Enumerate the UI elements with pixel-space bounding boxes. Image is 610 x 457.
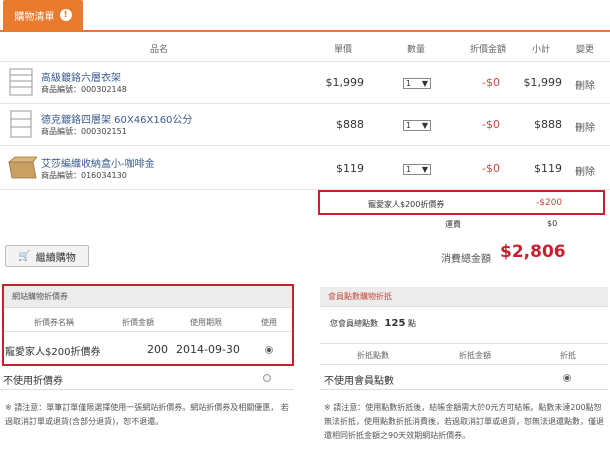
product-name-link[interactable]: 德克鍍鉻四層架 60X46X160公分 [41,111,192,126]
points-header-points: 折抵點數 [357,351,389,360]
coupon-panel-header: 網站購物折價券 [4,286,292,308]
cart-table-header: 品名 單價 數量 折價金額 小計 變更 [0,32,610,62]
tab-shopping-list[interactable]: 購物清單 ! [3,0,83,30]
no-points-radio[interactable] [563,374,571,382]
no-points-label: 不使用會員點數 [324,376,394,387]
unit-price: $1,999 [325,76,365,89]
header-subtotal: 小計 [532,45,551,55]
product-code: 商品編號：016034130 [41,171,127,180]
caret-down-icon: ▼ [421,79,428,88]
coupon-header-use: 使用 [261,318,277,327]
delete-link[interactable]: 刪除 [575,119,595,134]
continue-shopping-label: 繼續購物 [35,252,76,264]
points-header-redeem: 折抵 [560,351,576,360]
applied-coupon-amount: -$200 [536,198,563,208]
quantity-select[interactable]: 1 ▼ [403,164,431,175]
discount-amount: -$0 [482,118,500,131]
points-table-header: 折抵點數 折抵金額 折抵 [320,343,608,365]
coupon-expiry: 2014-09-30 [176,343,240,356]
coupon-amount: 200 [147,343,168,356]
points-panel: 會員點數購物折抵 您會員總點數 125 點 折抵點數 折抵金額 折抵 [320,287,608,367]
coupon-radio[interactable] [265,346,273,354]
no-coupon-radio[interactable] [263,374,271,382]
cart-icon: 🛒 [18,250,31,262]
header-name: 品名 [150,45,169,55]
total-label: 消費總金額 [441,254,491,265]
quantity-select[interactable]: 1 ▼ [403,78,431,89]
shipping-label: 運費 [445,220,461,229]
no-coupon-option[interactable]: 不使用折價券 [0,366,294,390]
coupon-row[interactable]: 寵愛家人$200折價券 200 2014-09-30 [4,334,292,364]
shipping-amount: $0 [547,219,558,228]
coupon-panel-title: 網站購物折價券 [12,292,68,301]
delete-link[interactable]: 刪除 [575,77,595,92]
member-points: 您會員總點數 125 點 [330,318,416,329]
coupon-name: 寵愛家人$200折價券 [5,347,101,358]
caret-down-icon: ▼ [421,121,428,130]
caret-down-icon: ▼ [421,165,428,174]
shelf-rack-icon [10,110,32,138]
points-note: ※ 請注意：使用點數折抵後，結帳金額需大於0元方可結帳。點數未達200點恕無法折… [324,403,604,440]
quantity-value: 1 [406,79,412,88]
unit-price: $888 [336,118,364,131]
shelf-rack-icon [9,68,33,96]
product-code: 商品編號：000302151 [41,127,127,136]
points-header-amount: 折抵金額 [459,351,491,360]
coupon-note: ※ 請注意：單筆訂單僅限選擇使用一張網站折價券。網站折價券及相關優惠， 若過取消… [5,403,289,426]
applied-coupon-box: 寵愛家人$200折價券 -$200 [318,190,605,215]
applied-coupon-label: 寵愛家人$200折價券 [368,200,445,209]
points-label: 您會員總點數 [330,319,378,328]
quantity-select[interactable]: 1 ▼ [403,120,431,131]
product-name-link[interactable]: 艾莎編織收納盒小-咖啡金 [41,155,155,170]
discount-amount: -$0 [482,162,500,175]
header-discount: 折價金額 [470,45,507,55]
cart-row: 高級鍍鉻六層衣架 商品編號：000302148 $1,999 1 ▼ -$0 $1… [0,62,610,104]
coupon-panel: 網站購物折價券 折價券名稱 折價金額 使用期限 使用 寵愛家人$200折價券 2… [2,284,294,366]
wicker-box-icon [7,156,37,179]
tab-label: 購物清單 [14,11,55,23]
product-name-link[interactable]: 高級鍍鉻六層衣架 [41,69,121,84]
coupon-header-amount: 折價金額 [122,318,154,327]
product-code: 商品編號：000302148 [41,85,127,94]
coupon-header-expiry: 使用期限 [190,318,222,327]
total-amount: $2,806 [500,242,566,262]
quantity-value: 1 [406,165,412,174]
coupon-header-name: 折價券名稱 [34,318,74,327]
continue-shopping-button[interactable]: 🛒 繼續購物 [5,245,89,267]
coupon-table-header: 折價券名稱 折價金額 使用期限 使用 [4,308,292,332]
subtotal: $888 [534,118,562,131]
alert-icon: ! [59,9,72,21]
subtotal: $119 [534,162,562,175]
delete-link[interactable]: 刪除 [575,163,595,178]
quantity-value: 1 [406,121,412,130]
discount-amount: -$0 [482,76,500,89]
unit-price: $119 [336,162,364,175]
points-panel-title: 會員點數購物折抵 [328,292,392,301]
cart-row: 德克鍍鉻四層架 60X46X160公分 商品編號：000302151 $888 … [0,104,610,146]
cart-row: 艾莎編織收納盒小-咖啡金 商品編號：016034130 $119 1 ▼ -$0 … [0,146,610,190]
points-unit: 點 [407,319,416,328]
header-change: 變更 [576,45,595,55]
no-points-option[interactable]: 不使用會員點數 [320,366,608,390]
points-panel-header: 會員點數購物折抵 [320,287,608,307]
points-value: 125 [384,318,406,329]
subtotal: $1,999 [523,76,563,89]
header-unit-price: 單價 [334,45,353,55]
header-quantity: 數量 [407,45,426,55]
no-coupon-label: 不使用折價券 [3,376,63,387]
